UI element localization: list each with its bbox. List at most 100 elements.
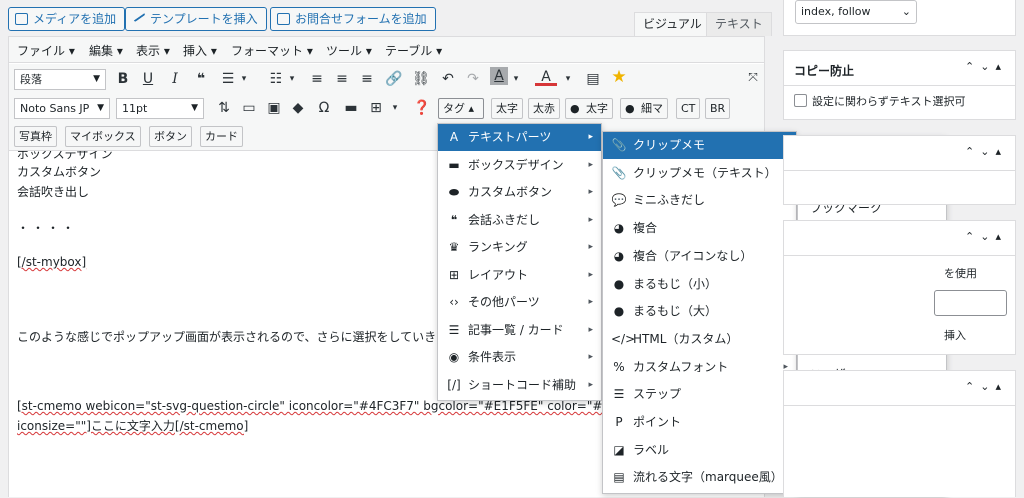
insert-template-button[interactable]: テンプレートを挿入	[125, 7, 267, 31]
robots-select[interactable]: index, follow ⌄	[795, 0, 917, 24]
text-parts-submenu-item[interactable]: 📎クリップメモ▸	[603, 132, 796, 159]
panel-controls[interactable]: ⌃⌄▴	[965, 145, 1007, 158]
text-parts-submenu-item[interactable]: % カスタムフォント ▸	[603, 354, 796, 381]
menu-edit[interactable]: 編集 ▾	[89, 42, 123, 59]
tag-menu-item[interactable]: ▬ ボックスデザイン ▸	[438, 152, 601, 179]
tag-button[interactable]: タグ ▴	[438, 98, 484, 119]
align-center-icon[interactable]: ≡	[331, 69, 353, 89]
text-parts-submenu-item[interactable]: P ポイント	[603, 409, 796, 436]
text-parts-submenu-item[interactable]: </>HTML（カスタム）▸	[603, 326, 796, 353]
add-contact-form-button[interactable]: お問合せフォームを追加	[270, 7, 436, 31]
text-parts-submenu-item[interactable]: ●まるもじ（大）▸	[603, 298, 796, 325]
menu-tools[interactable]: ツール ▾	[326, 42, 372, 59]
tag-menu-item[interactable]: ☰ 記事一覧 / カード ▸	[438, 317, 601, 344]
menu-format[interactable]: フォーマット ▾	[231, 42, 313, 59]
menu-item-label: ステップ	[633, 387, 682, 402]
text-parts-submenu-item[interactable]: ◕複合▸	[603, 215, 796, 242]
menu-item-label: 流れる文字（marquee風）	[633, 470, 783, 485]
toolbar-toggle-icon[interactable]: ▤	[582, 69, 604, 89]
toolbar-row-2: Noto Sans JP ▼ 11pt ▼ ⇅ ▭ ▣ ◆ Ω ▬ ⊞ ▾ ❓ タグ…	[9, 94, 764, 124]
tab-visual[interactable]: ビジュアル	[634, 12, 711, 36]
menu-item-icon: ●	[613, 304, 625, 319]
tag-menu-item[interactable]: ⊞ レイアウト ▸	[438, 262, 601, 289]
undo-icon[interactable]: ↶	[437, 69, 459, 89]
tag-menu-item[interactable]: ◉ 条件表示 ▸	[438, 344, 601, 371]
mybox-button[interactable]: マイボックス	[65, 126, 141, 147]
size-select[interactable]: 11pt ▼	[116, 98, 204, 119]
star-icon[interactable]: ★	[608, 67, 630, 87]
text-color-icon[interactable]: A	[535, 69, 557, 86]
clipboard-icon[interactable]: ▣	[263, 98, 285, 118]
underline-icon[interactable]: U	[137, 69, 159, 89]
card-button[interactable]: カード	[200, 126, 243, 147]
chevron-down-icon[interactable]: ▾	[281, 69, 303, 89]
format-select[interactable]: 段落 ▼	[14, 69, 106, 90]
menu-item-icon: %	[613, 359, 625, 374]
tag-menu-item[interactable]: ❝ 会話ふきだし ▸	[438, 207, 601, 234]
tag-menu-item[interactable]: ‹› その他パーツ ▸	[438, 289, 601, 316]
chevron-right-icon: ▸	[588, 187, 593, 197]
chevron-down-icon[interactable]: ▾	[505, 69, 527, 89]
link-icon[interactable]: 🔗	[383, 69, 405, 89]
omega-icon[interactable]: Ω	[313, 98, 335, 118]
font-select[interactable]: Noto Sans JP ▼	[14, 98, 110, 119]
text-parts-submenu-item[interactable]: 💬ミニふきだし▸	[603, 187, 796, 214]
panel-controls[interactable]: ⌃⌄▴	[965, 230, 1007, 243]
menu-item-label: クリップメモ（テキスト）	[633, 165, 777, 180]
tag-menu-item[interactable]: ♛ ランキング ▸	[438, 234, 601, 261]
partial-input[interactable]	[934, 290, 1007, 316]
br-button[interactable]: BR	[705, 98, 731, 119]
align-left-icon[interactable]: ≡	[306, 69, 328, 89]
text-parts-submenu-item[interactable]: ▤ 流れる文字（marquee風）	[603, 464, 796, 491]
content-line: iconsize=""]ここに文字入力[/st-cmemo]	[17, 419, 249, 433]
redo-icon[interactable]: ↷	[462, 69, 484, 89]
bold-text-button[interactable]: 太字	[491, 98, 523, 119]
bold-user-button[interactable]: ● 太字	[565, 98, 613, 119]
photo-frame-button[interactable]: 写真枠	[14, 126, 57, 147]
add-media-button[interactable]: メディアを追加	[8, 7, 126, 31]
button-button[interactable]: ボタン	[149, 126, 192, 147]
toolbar-row-1: 段落 ▼ B U I ❝ ☰ ▾ ☷ ▾ ≡ ≡ ≡ 🔗 ⛓ ↶ ↷ A ▾ A …	[9, 64, 764, 94]
menu-table[interactable]: テーブル ▾	[385, 42, 442, 59]
text-parts-submenu-item[interactable]: 📎クリップメモ（テキスト）▸	[603, 160, 796, 187]
fullscreen-icon[interactable]: ⤧	[742, 67, 764, 87]
pencil-icon	[131, 9, 146, 23]
blockquote-icon[interactable]: ❝	[190, 69, 212, 89]
copy-protect-checkbox[interactable]	[794, 94, 807, 107]
text-parts-submenu-item[interactable]: ●まるもじ（小）▸	[603, 271, 796, 298]
ct-button[interactable]: CT	[676, 98, 701, 119]
content-line: このような感じでポップアップ画面が表示されるので、さらに選択をしていきま	[17, 330, 449, 344]
chevron-down-icon[interactable]: ▾	[384, 98, 406, 118]
italic-icon[interactable]: I	[164, 69, 186, 89]
tag-menu-item[interactable]: ⬬ カスタムボタン ▸	[438, 179, 601, 206]
panel-controls[interactable]: ⌃⌄▴	[965, 60, 1007, 73]
text-parts-submenu-item[interactable]: ◪ ラベル	[603, 437, 796, 464]
bold-icon[interactable]: B	[112, 69, 134, 89]
chevron-right-icon: ▸	[588, 324, 593, 335]
text-parts-submenu-item[interactable]: ☰ ステップ	[603, 381, 796, 408]
panel-controls[interactable]: ⌃⌄▴	[965, 380, 1007, 393]
bold-red-button[interactable]: 太赤	[528, 98, 560, 119]
unlink-icon[interactable]: ⛓	[410, 69, 432, 89]
menu-item-icon: 📎	[611, 165, 627, 180]
chevron-right-icon: ▸	[588, 242, 593, 252]
tab-text[interactable]: テキスト	[706, 12, 772, 36]
form-icon	[277, 13, 290, 25]
thin-user-button[interactable]: ● 細マ	[620, 98, 668, 119]
horizontal-rule-icon[interactable]: ▬	[340, 98, 362, 118]
user-icon: ●	[570, 102, 580, 115]
tag-menu-item[interactable]: [/] ショートコード補助 ▸	[438, 372, 601, 399]
line-height-icon[interactable]: ⇅	[213, 98, 235, 118]
chevron-down-icon[interactable]: ▾	[557, 69, 579, 89]
help-icon[interactable]: ❓	[411, 98, 433, 118]
text-parts-submenu-item[interactable]: ◕複合（アイコンなし）▸	[603, 243, 796, 270]
menu-view[interactable]: 表示 ▾	[136, 42, 170, 59]
menu-file[interactable]: ファイル ▾	[17, 42, 75, 59]
eraser-icon[interactable]: ◆	[287, 98, 309, 118]
editor-menubar: ファイル ▾ 編集 ▾ 表示 ▾ 挿入 ▾ フォーマット ▾ ツール ▾ テーブ…	[9, 37, 764, 63]
paste-icon[interactable]: ▭	[238, 98, 260, 118]
menu-insert[interactable]: 挿入 ▾	[183, 42, 217, 59]
align-right-icon[interactable]: ≡	[356, 69, 378, 89]
chevron-down-icon[interactable]: ▾	[233, 69, 255, 89]
tag-menu-item[interactable]: A テキストパーツ ▸	[438, 124, 601, 151]
